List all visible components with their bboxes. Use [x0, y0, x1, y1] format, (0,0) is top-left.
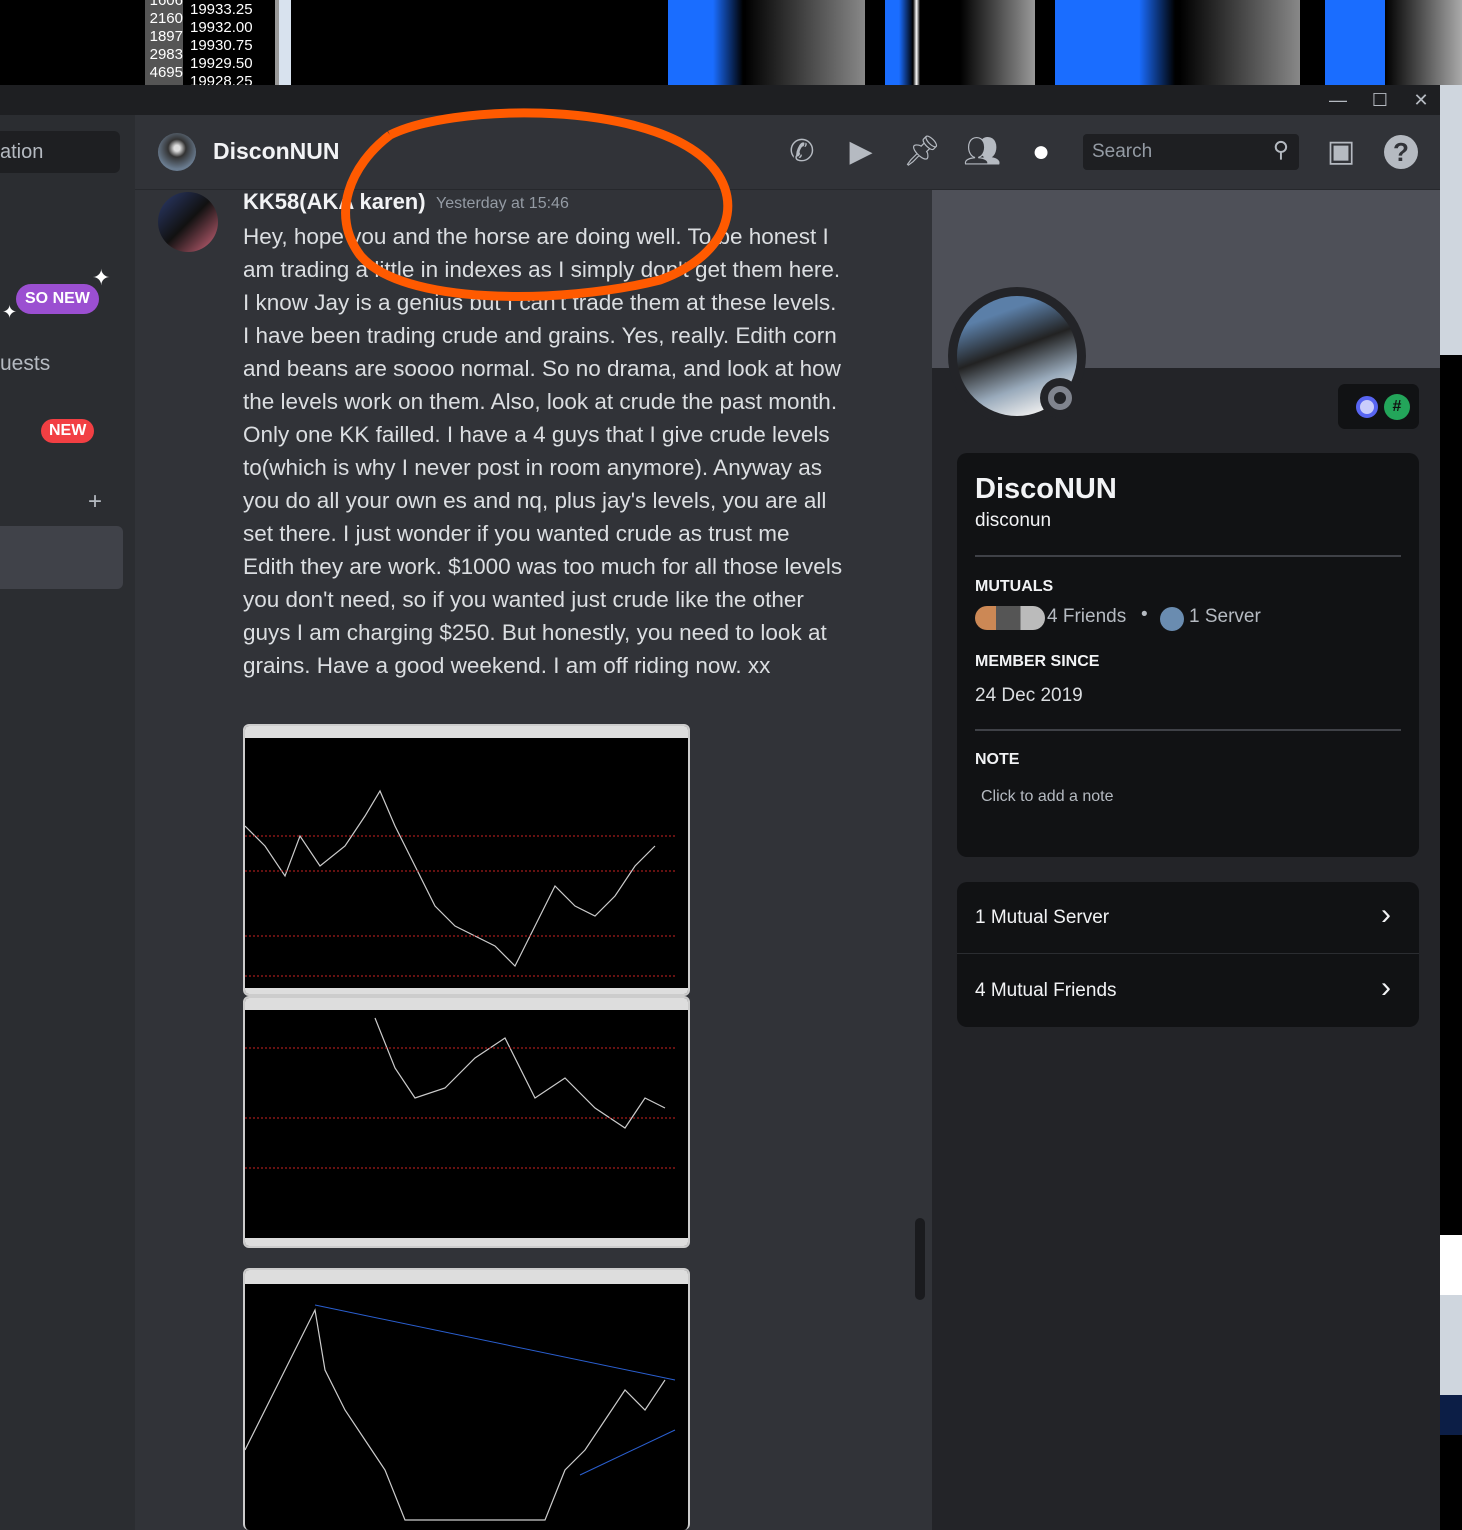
user-profile-panel: # DiscoNUN disconun MUTUALS 4 Friends • …	[932, 190, 1440, 1530]
video-call-icon[interactable]: ▶	[842, 133, 880, 171]
profile-info-card: DiscoNUN disconun MUTUALS 4 Friends • 1 …	[957, 453, 1419, 857]
volume-label: 2160	[149, 10, 183, 27]
new-badge: NEW	[41, 419, 95, 443]
orange-annotation-circle	[341, 108, 733, 301]
inbox-icon[interactable]: ▣	[1322, 133, 1360, 171]
search-input[interactable]: Search ⚲	[1083, 134, 1299, 170]
voice-call-icon[interactable]: ✆	[783, 133, 821, 171]
note-heading: NOTE	[975, 751, 1020, 768]
mutual-servers-link[interactable]: 1 Server	[1189, 606, 1261, 628]
author-avatar[interactable]	[158, 192, 218, 252]
maximize-button[interactable]: ☐	[1360, 85, 1400, 115]
price-label: 19932.00	[190, 19, 253, 36]
message-requests-item[interactable]: uests	[0, 352, 50, 376]
chart-attachment-3[interactable]	[243, 1268, 690, 1530]
nitro-badge-icon[interactable]	[1356, 396, 1378, 418]
sparkle-icon: ✦	[2, 302, 18, 322]
chart-attachment-1[interactable]	[243, 724, 690, 996]
chevron-right-icon: ›	[1381, 971, 1391, 1004]
create-dm-button[interactable]: +	[88, 488, 102, 516]
mutuals-heading: MUTUALS	[975, 578, 1054, 595]
price-label: 19930.75	[190, 37, 253, 54]
dm-sidebar: ation SO NEW ✦ ✦ uests NEW +	[0, 115, 135, 1530]
active-dm-item[interactable]	[0, 526, 123, 589]
mutual-friends-row[interactable]: 4 Mutual Friends ›	[957, 955, 1419, 1027]
volume-label: 4695	[149, 64, 183, 81]
mutual-friends-link[interactable]: 4 Friends	[1047, 606, 1126, 628]
user-avatar[interactable]	[158, 133, 196, 171]
mutual-server-label: 1 Mutual Server	[975, 907, 1110, 928]
background-window-edge	[1440, 85, 1462, 1530]
header-username: DisconNUN	[213, 138, 340, 164]
badges: #	[1338, 384, 1419, 429]
search-icon: ⚲	[1272, 137, 1289, 162]
volume-label: 1606	[149, 0, 183, 9]
price-label: 19929.50	[190, 55, 253, 72]
mutual-server-icon	[1160, 607, 1184, 631]
volume-label: 1897	[149, 28, 183, 45]
help-icon[interactable]: ?	[1384, 135, 1418, 169]
add-friends-icon[interactable]: 👥︎	[963, 133, 1001, 171]
chart-attachment-2[interactable]	[243, 996, 690, 1248]
volume-label: 2983	[149, 46, 183, 63]
member-since-date: 24 Dec 2019	[975, 685, 1083, 706]
mutuals-list-card: 1 Mutual Server › 4 Mutual Friends ›	[957, 882, 1419, 1027]
minimize-button[interactable]: —	[1318, 85, 1358, 115]
mutual-friends-label: 4 Mutual Friends	[975, 980, 1117, 1001]
find-conversation-button[interactable]: ation	[0, 131, 120, 173]
price-chart-image	[245, 726, 688, 994]
member-since-heading: MEMBER SINCE	[975, 653, 1100, 670]
chat-scrollbar[interactable]	[915, 1218, 925, 1300]
background-trading-chart: 1606 2160 1897 2983 4695 4493 19933.25 1…	[0, 0, 1462, 100]
sparkle-icon: ✦	[92, 265, 111, 290]
note-input[interactable]: Click to add a note	[981, 788, 1114, 806]
price-chart-image	[245, 1270, 688, 1521]
so-new-badge: SO NEW	[16, 284, 99, 314]
profile-username[interactable]: disconun	[975, 510, 1051, 532]
search-label: ation	[0, 141, 44, 163]
price-label: 19933.25	[190, 1, 253, 18]
chevron-right-icon: ›	[1381, 898, 1391, 931]
close-button[interactable]: ✕	[1401, 85, 1441, 115]
offline-status-icon	[1040, 378, 1080, 418]
hashtag-badge-icon[interactable]: #	[1384, 394, 1410, 420]
price-chart-image	[245, 998, 688, 1246]
mutual-friend-avatars	[975, 606, 1045, 630]
profile-display-name: DiscoNUN	[975, 473, 1117, 505]
search-placeholder: Search	[1092, 141, 1153, 162]
pin-icon[interactable]: 📌︎	[903, 133, 941, 171]
mutual-server-row[interactable]: 1 Mutual Server ›	[957, 882, 1419, 954]
user-profile-icon[interactable]: ●	[1022, 133, 1060, 171]
